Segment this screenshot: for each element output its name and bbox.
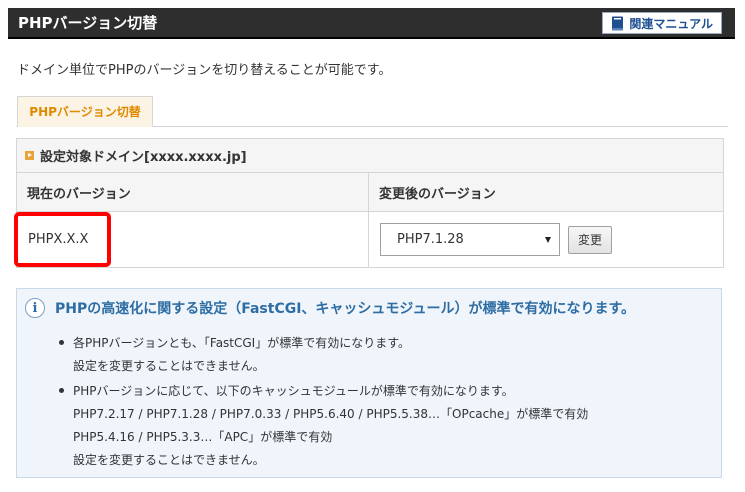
- new-version-cell: PHP7.1.28 変更: [369, 212, 723, 267]
- change-button[interactable]: 変更: [568, 225, 612, 254]
- current-version-header: 現在のバージョン: [17, 173, 369, 211]
- page-title: PHPバージョン切替: [18, 14, 158, 32]
- info-line: 設定を変更することはできません。: [73, 453, 265, 467]
- info-line: PHPバージョンに応じて、以下のキャッシュモジュールが標準で有効になります。: [73, 384, 514, 398]
- info-box: i PHPの高速化に関する設定（FastCGI、キャッシュモジュール）が標準で有…: [16, 288, 722, 478]
- dropdown-arrow-icon: [545, 236, 551, 243]
- info-line: 設定を変更することはできません。: [73, 359, 265, 373]
- page-description: ドメイン単位でPHPのバージョンを切り替えることが可能です。: [17, 63, 392, 78]
- info-list: 各PHPバージョンとも、「FastCGI」が標準で有効になります。 設定を変更す…: [57, 332, 711, 474]
- info-line: PHP5.4.16 / PHP5.3.3…「APC」が標準で有効: [73, 430, 333, 444]
- info-title: PHPの高速化に関する設定（FastCGI、キャッシュモジュール）が標準で有効に…: [55, 301, 636, 317]
- table-row: PHPX.X.X PHP7.1.28 変更: [14, 212, 723, 267]
- settings-panel: 設定対象ドメイン[xxxx.xxxx.jp] 現在のバージョン 変更後のバージョ…: [14, 138, 724, 268]
- info-line: PHP7.2.17 / PHP7.1.28 / PHP7.0.33 / PHP5…: [73, 407, 589, 421]
- title-bar: PHPバージョン切替 関連マニュアル: [8, 8, 735, 39]
- red-highlight-box: [14, 212, 111, 267]
- tab-php-version-switch[interactable]: PHPバージョン切替: [17, 96, 153, 127]
- selected-version: PHP7.1.28: [397, 232, 464, 247]
- arrow-bullet-icon: [25, 151, 34, 160]
- info-icon: i: [25, 298, 45, 318]
- php-version-page: PHPバージョン切替 関連マニュアル ドメイン単位でPHPのバージョンを切り替え…: [0, 0, 745, 492]
- table-header-row: 現在のバージョン 変更後のバージョン: [17, 173, 723, 212]
- new-version-header: 変更後のバージョン: [379, 186, 496, 202]
- related-manual-label: 関連マニュアル: [629, 16, 713, 31]
- target-domain-label: 設定対象ドメイン[xxxx.xxxx.jp]: [40, 150, 247, 165]
- info-line: 各PHPバージョンとも、「FastCGI」が標準で有効になります。: [73, 336, 411, 350]
- target-domain-header: 設定対象ドメイン[xxxx.xxxx.jp]: [17, 139, 723, 173]
- info-header: i PHPの高速化に関する設定（FastCGI、キャッシュモジュール）が標準で有…: [25, 298, 635, 318]
- related-manual-button[interactable]: 関連マニュアル: [602, 12, 722, 34]
- php-version-select[interactable]: PHP7.1.28: [380, 223, 560, 256]
- book-icon: [611, 16, 624, 31]
- list-item: 各PHPバージョンとも、「FastCGI」が標準で有効になります。 設定を変更す…: [57, 332, 711, 378]
- current-version-cell: PHPX.X.X: [14, 212, 369, 267]
- list-item: PHPバージョンに応じて、以下のキャッシュモジュールが標準で有効になります。 P…: [57, 380, 711, 472]
